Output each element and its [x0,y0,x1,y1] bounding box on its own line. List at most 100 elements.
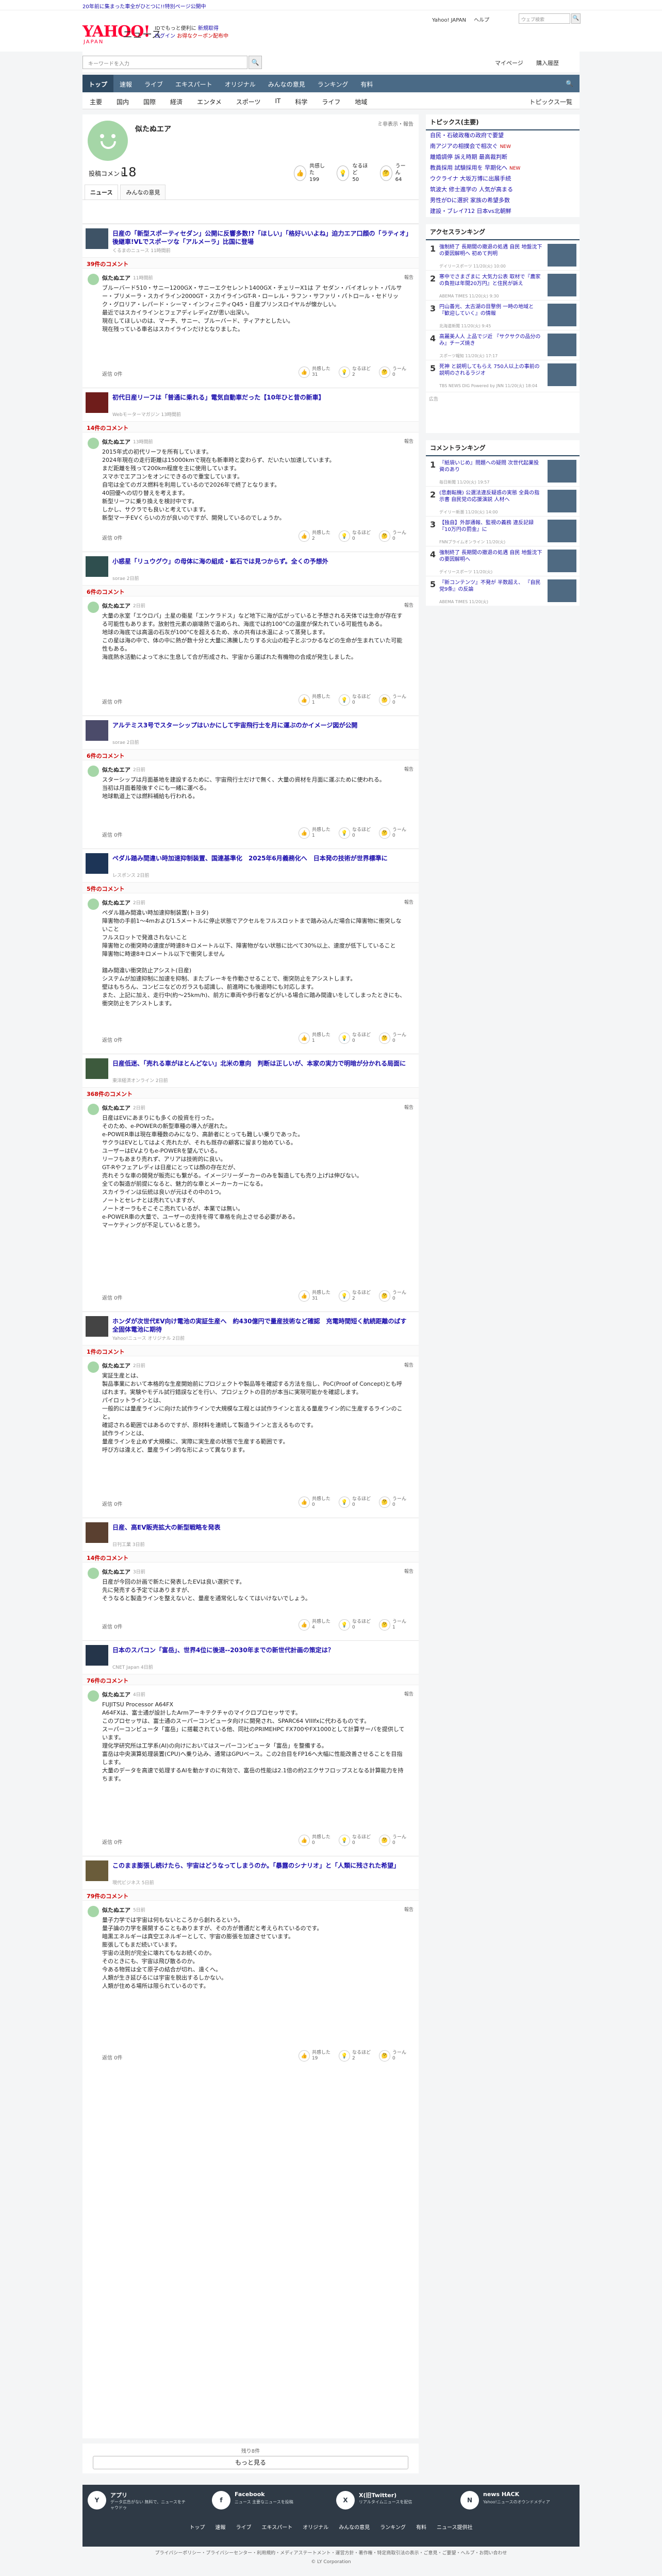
topic-item[interactable]: 男性がDに選択 家族の希望多数 [426,195,580,206]
report-link[interactable]: 報告 [404,1104,413,1110]
comment-author[interactable]: 似たぬエア [102,766,130,774]
search-icon[interactable]: 🔍 [249,56,262,69]
reply-link[interactable]: 返信 0件 [102,370,123,377]
rank-title[interactable]: 『新コンテンツ』不発が 半数超え、 『自民党9条』の反論 [439,579,542,593]
report-link[interactable]: 報告 [404,1906,413,1913]
comment-count[interactable]: 39件のコメント [82,257,419,269]
ranking-item[interactable]: 1 強制終了 長期間の撤退の処遇 自民 地盤沈下の要因解明へ 初めて判明 デイリース… [426,240,580,270]
reaction-button[interactable]: 🤔 うーん 0 [378,694,406,706]
reaction-button[interactable]: 🤔 うーん 1 [378,1619,406,1631]
purchase-history-link[interactable]: 購入履歴 [536,59,559,67]
topic-item[interactable]: 南アジアの相撲会で相次ぐ NEW [426,141,580,152]
topic-text[interactable]: 南アジアの相撲会で相次ぐ [430,143,498,149]
reaction-button[interactable]: 💡 なるほど 2 [338,2050,371,2062]
article-header[interactable]: 日産の「新型スポーティセダン」公開に反響多数!?「ほしい」「格好いいよね」迫力エ… [82,224,419,257]
gnav-original[interactable]: オリジナル [219,75,262,92]
report-link[interactable]: 報告 [404,1568,413,1574]
gnav-ranking[interactable]: ランキング [311,75,355,92]
top-banner-link[interactable]: 20年前に集まった車全がひとつに!!特別ページ公開中 [0,0,662,10]
cat-it[interactable]: IT [268,93,288,109]
article-header[interactable]: アルテミス3号でスターシップはいかにして宇宙飛行士を月に運ぶのかイメージ図が公開… [82,716,419,749]
article-header[interactable]: ペダル踏み間違い時加速抑制装置、国連基準化 2025年6月義務化へ 日本発の技術… [82,849,419,882]
comment-author[interactable]: 似たぬエア [102,1690,130,1699]
article-header[interactable]: 日産低迷、「売れる車がほとんどない」北米の意向 判断は正しいが、本家の実力で明暗… [82,1054,419,1087]
article-thumbnail[interactable] [86,228,108,249]
ranking-item[interactable]: 5 死神 と説明してもらえ 750人以上の事前の説明のされるラジオ TBS NEWS… [426,360,580,390]
ranking-item[interactable]: 2 寒中でさまざまに 大気力公表 取材で『農家の負担は年間20万円』と住民が訴え A… [426,270,580,300]
footer-links[interactable]: プライバシーポリシー・プライバシーセンター・利用規約・メディアステートメント・運… [0,2549,662,2556]
footer-app[interactable]: f Facebook ニュース 主要なニュースを投稿 [207,2485,331,2518]
reaction-button[interactable]: 💡 なるほど 0 [338,1033,371,1044]
comment-author[interactable]: 似たぬエア [102,274,130,282]
article-header[interactable]: ホンダが次世代EV向け電池の実証生産へ 約430億円で量産技術など確認 充電時間… [82,1312,419,1345]
reply-link[interactable]: 返信 0件 [102,1500,123,1507]
login-link[interactable]: ログイン [155,34,175,39]
comment-author[interactable]: 似たぬエア [102,1906,130,1914]
search-icon[interactable]: 🔍 [559,75,580,92]
reply-link[interactable]: 返信 0件 [102,1036,123,1043]
footer-nav-item[interactable]: トップ [185,2521,210,2533]
gnav-expert[interactable]: エキスパート [169,75,219,92]
reaction-button[interactable]: 💡 なるほど 0 [338,1619,371,1631]
article-thumbnail[interactable] [86,1860,108,1881]
article-thumbnail[interactable] [86,853,108,874]
reaction-button[interactable]: 👍 共感した 31 [298,1290,330,1302]
cat-science[interactable]: 科学 [288,93,315,109]
comment-author[interactable]: 似たぬエア [102,1361,130,1370]
web-search-input[interactable]: ウェブ検索 [519,13,570,24]
topic-item[interactable]: 筑波大 修士進学の 人気が高まる [426,185,580,195]
reaction-button[interactable]: 👍 共感した 1 [298,694,330,706]
tab-news[interactable]: ニュース [85,185,119,200]
reaction-button[interactable]: 👍 共感した 0 [298,1497,330,1508]
article-title[interactable]: 小惑星「リュウグウ」の母体に海の組成・鉱石では見つからず。全くの予想外 [112,557,411,566]
reaction-button[interactable]: 🤔 うーん 0 [378,1290,406,1302]
footer-app[interactable]: Y アプリ データ広告がない 無料で、ニュースをチャウドゥ [82,2485,207,2518]
reaction-button[interactable]: 👍 共感した 19 [298,2050,330,2062]
topic-text[interactable]: ウクライナ 大坂万博に出展手続 [430,175,511,182]
footer-app-title[interactable]: news HACK [483,2491,519,2498]
rank-thumbnail[interactable] [548,490,576,512]
coupon-link[interactable]: お得なクーポン配布中 [177,34,228,39]
article-thumbnail[interactable] [86,392,108,413]
footer-app[interactable]: Nnews HACK Yahoo!ニュースのオウンドメディア [455,2485,580,2518]
comment-count[interactable]: 5件のコメント [82,882,419,893]
cat-life[interactable]: ライフ [315,93,347,109]
reaction-button[interactable]: 👍 共感した 1 [298,1033,330,1044]
comment-count[interactable]: 368件のコメント [82,1087,419,1099]
footer-nav-item[interactable]: みんなの意見 [334,2521,375,2533]
cat-international[interactable]: 国際 [136,93,163,109]
load-more-button[interactable]: もっと見る [93,2456,408,2469]
gnav-paid[interactable]: 有料 [354,75,379,92]
article-header[interactable]: 日本のスパコン「富岳」、世界4位に後退--2030年までの新世代計画の策定は？ C… [82,1641,419,1674]
article-thumbnail[interactable] [86,1522,108,1543]
footer-app-title[interactable]: アプリ [110,2491,127,2499]
article-title[interactable]: ホンダが次世代EV向け電池の実証生産へ 約430億円で量産技術など確認 充電時間… [112,1317,411,1334]
rank-thumbnail[interactable] [548,244,576,267]
rank-title[interactable]: 『紙袋いじめ』問題への疑問 次世代起業投資のあり [439,460,542,473]
footer-nav-item[interactable]: ランキング [375,2521,411,2533]
reaction-button[interactable]: 💡 なるほど 0 [338,694,371,706]
rank-title[interactable]: 死神 と説明してもらえ 750人以上の事前の説明のされるラジオ [439,363,542,377]
comment-author[interactable]: 似たぬエア [102,1104,130,1112]
topic-text[interactable]: 離婚調停 訴え時期 最高裁判断 [430,154,507,160]
rank-title[interactable]: 円山善光、太古湖の目撃例 一時の地域と『歓迎していく』の情報 [439,304,542,317]
mypage-link[interactable]: マイページ [495,59,523,67]
topic-item[interactable]: ウクライナ 大坂万博に出展手続 [426,174,580,185]
hide-report-link[interactable]: ミ非表示・報告 [377,120,413,127]
topic-item[interactable]: 教員採用 試験採用を 早期化へ NEW [426,163,580,174]
ranking-item[interactable]: 4 強制終了 長期間の撤退の処遇 自民 地盤沈下の要因解明へ デイリースポーツ 11… [426,546,580,576]
ranking-item[interactable]: 3 【独自】外部通報、監視の義務 違反記録『10万円の罰金』に FNNプライムオンラ… [426,516,580,546]
report-link[interactable]: 報告 [404,766,413,772]
rank-title[interactable]: (悲劇転機) 公選法違反疑惑の実態 全員の指示書 自民党の応援演説 人材へ [439,490,542,503]
cat-main[interactable]: 主要 [82,93,109,109]
comment-count[interactable]: 76件のコメント [82,1674,419,1685]
article-title[interactable]: アルテミス3号でスターシップはいかにして宇宙飛行士を月に運ぶのかイメージ図が公開 [112,721,411,729]
reaction-button[interactable]: 🤔 うーん 0 [378,367,406,378]
article-title[interactable]: 日本のスパコン「富岳」、世界4位に後退--2030年までの新世代計画の策定は？ [112,1646,411,1654]
rank-title[interactable]: 強制終了 長期間の撤退の処遇 自民 地盤沈下の要因解明へ [439,550,542,563]
reply-link[interactable]: 返信 0件 [102,697,123,705]
reaction-button[interactable]: 🤔 うーん 0 [378,2050,406,2062]
reaction-button[interactable]: 🤔 うーん 0 [378,827,406,839]
cat-economy[interactable]: 経済 [163,93,190,109]
search-icon[interactable]: 🔍 [571,13,581,24]
